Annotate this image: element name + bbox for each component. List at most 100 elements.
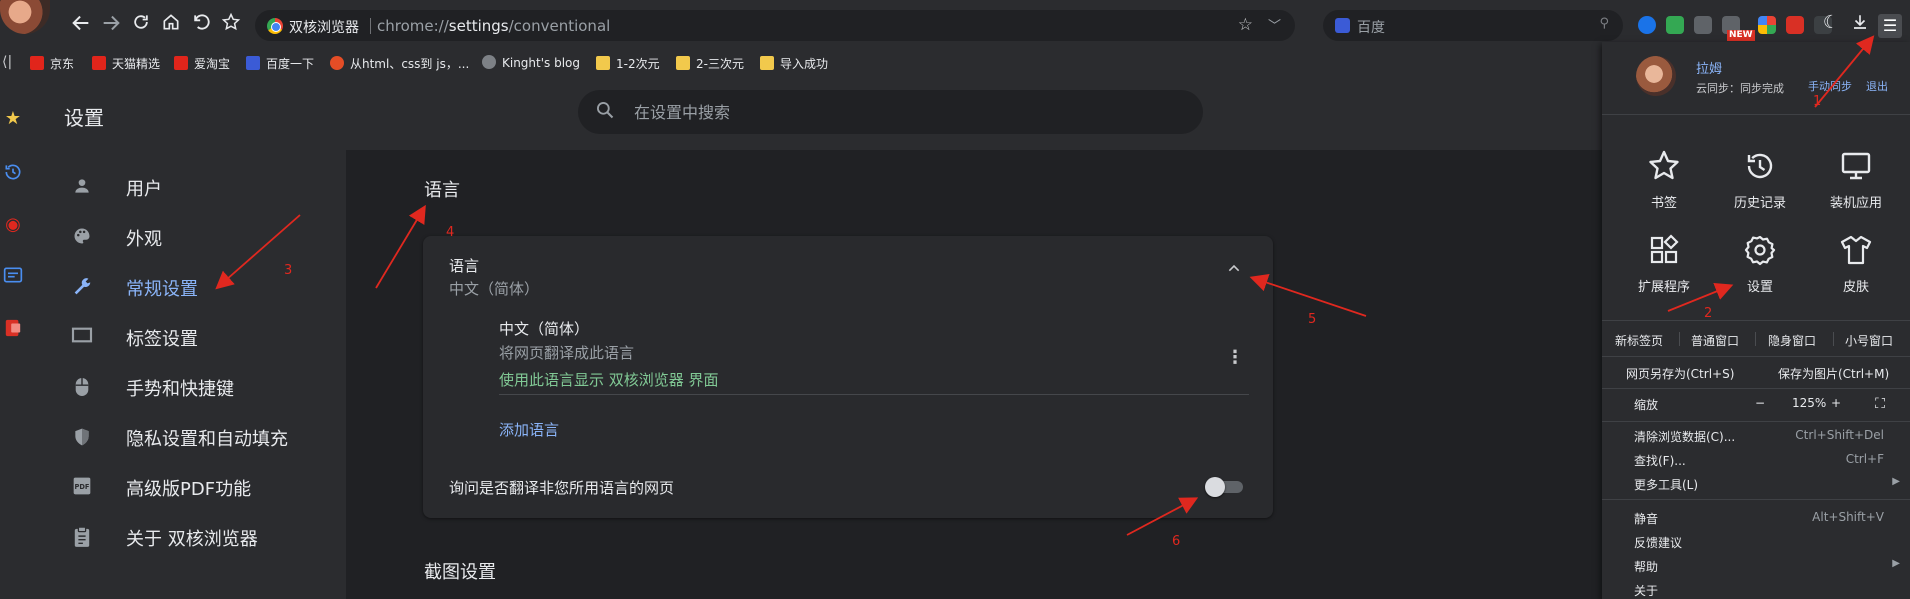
menu-item-find[interactable]: 查找(F)... Ctrl+F [1602,449,1910,471]
address-bar[interactable]: 双核浏览器 chrome://settings/conventional ☆ ﹀ [255,10,1295,41]
zoom-in-button[interactable]: + [1828,396,1844,410]
profile-avatar[interactable] [0,0,50,34]
bookmark-item[interactable]: 百度一下 [246,55,314,72]
menu-tile-extensions[interactable]: 扩展程序 [1616,232,1712,302]
palette-icon [70,226,94,248]
sidebar-item-appearance[interactable]: 外观 [28,214,346,260]
bookmark-item[interactable]: 爱淘宝 [174,55,230,72]
menu-tile-bookmarks[interactable]: 书签 [1616,148,1712,218]
omnibox-site-name: 双核浏览器 [289,20,359,36]
history-rail-icon[interactable] [2,162,24,184]
menu-item-feedback[interactable]: 反馈建议 [1602,531,1910,553]
menu-item-help[interactable]: 帮助 ▶ [1602,555,1910,577]
bookmark-label: 爱淘宝 [194,57,231,71]
back-button[interactable] [68,12,94,38]
alt-account-window-option[interactable]: 小号窗口 [1845,332,1893,349]
menu-divider [1602,356,1910,357]
menu-item-clear-data[interactable]: 清除浏览数据(C)... Ctrl+Shift+Del [1602,425,1910,447]
menu-avatar[interactable] [1636,56,1676,96]
reload-button[interactable] [128,12,154,38]
omnibox-url[interactable]: chrome://settings/conventional [377,17,610,35]
bookmark-item[interactable]: Kinght's blog [482,55,580,70]
sidebar-item-user[interactable]: 用户 [28,164,346,210]
sidebar-item-tabs[interactable]: 标签设置 [28,314,346,360]
arrow-left-icon [72,15,89,31]
sidebar-item-about[interactable]: 关于 双核浏览器 [28,514,346,560]
extension-green-icon[interactable] [1666,16,1684,34]
bookmark-item[interactable]: 天猫精选 [92,55,160,72]
chevron-down-icon[interactable]: ﹀ [1268,15,1281,34]
reader-rail-icon[interactable] [2,266,24,288]
menu-tile-history[interactable]: 历史记录 [1712,148,1808,218]
search-icon[interactable]: ⚲ [1599,16,1609,31]
download-icon[interactable] [1849,13,1871,36]
extension-camera-icon[interactable] [1694,16,1712,34]
bookmark-item[interactable]: 从html、css到 js，... [330,55,469,72]
fullscreen-icon[interactable]: ⛶ [1872,396,1888,412]
favorite-button[interactable] [218,12,244,38]
zoom-out-button[interactable]: − [1752,396,1768,410]
language-card-title: 语言 [449,257,480,275]
bookmark-item[interactable]: 2-三次元 [676,55,744,72]
more-vert-icon[interactable]: ⋮ [1225,346,1245,370]
extension-apps-icon[interactable] [1758,16,1776,34]
chevron-up-icon[interactable] [1223,260,1245,282]
menu-username[interactable]: 拉姆 [1696,58,1722,77]
undo-close-button[interactable] [188,12,214,38]
url-prefix: chrome:// [377,17,449,35]
translate-prompt-toggle[interactable] [1205,477,1245,497]
new-tab-option[interactable]: 新标签页 [1615,332,1663,349]
bookmark-item[interactable]: 1-2次元 [596,55,660,72]
menu-divider [1602,114,1910,115]
sidebar-item-general[interactable]: 常规设置 [28,264,346,310]
bookmark-item[interactable]: 京东 [30,55,74,72]
save-page-option[interactable]: 网页另存为(Ctrl+S) [1626,365,1734,382]
pdf-rail-icon[interactable] [2,318,24,340]
normal-window-option[interactable]: 普通窗口 [1691,332,1739,349]
sidebar-item-gestures[interactable]: 手势和快捷键 [28,364,346,410]
sidebar-item-label: 高级版PDF功能 [126,479,252,500]
svg-text:PDF: PDF [75,483,90,491]
main-menu-button[interactable]: ☰ [1878,14,1902,38]
menu-item-about[interactable]: 关于 [1602,579,1910,599]
menu-item-label: 反馈建议 [1634,536,1683,550]
annotation-number-4: 4 [446,225,455,240]
bookmark-item[interactable]: 导入成功 [760,55,828,72]
folder-icon [760,56,774,70]
add-language-link[interactable]: 添加语言 [499,419,559,440]
language-entry-desc: 将网页翻译成此语言 [499,344,635,362]
logout-link[interactable]: 退出 [1866,78,1888,94]
save-image-option[interactable]: 保存为图片(Ctrl+M) [1778,365,1889,382]
menu-divider [1602,499,1910,500]
sidebar-item-label: 手势和快捷键 [126,379,234,400]
menu-item-mute[interactable]: 静音 Alt+Shift+V [1602,507,1910,529]
settings-search-input[interactable] [634,97,1174,127]
search-engine-box[interactable]: 百度 ⚲ [1323,10,1623,41]
extension-globe-icon[interactable] [1638,16,1656,34]
menu-tile-settings[interactable]: 设置 [1712,232,1808,302]
sidebar-toggle-icon[interactable]: ⟨| [2,54,12,70]
favorites-star-icon[interactable]: ★ [2,108,24,130]
weibo-icon[interactable]: ◉ [2,214,24,236]
forward-button[interactable] [98,12,124,38]
home-button[interactable] [158,12,184,38]
extension-pdf-icon[interactable] [1786,16,1804,34]
menu-item-label: 关于 [1634,584,1659,598]
menu-tile-skin[interactable]: 皮肤 [1808,232,1904,302]
manual-sync-link[interactable]: 手动同步 [1808,78,1852,94]
sidebar-item-pdf[interactable]: PDF 高级版PDF功能 [28,464,346,510]
menu-tile-apps[interactable]: 装机应用 [1808,148,1904,218]
annotation-number-1: 1 [1813,94,1822,109]
menu-divider [1602,388,1910,389]
incognito-window-option[interactable]: 隐身窗口 [1768,332,1816,349]
tile-label: 书签 [1650,196,1677,211]
menu-item-more-tools[interactable]: 更多工具(L) ▶ [1602,473,1910,495]
night-mode-icon[interactable]: ☾ [1820,12,1842,33]
bookmark-star-icon[interactable]: ☆ [1238,15,1253,35]
bookmark-label: 1-2次元 [616,57,660,71]
zoom-value: 125% [1792,396,1827,410]
jd-icon [30,56,44,70]
settings-search[interactable] [578,90,1203,134]
language-card-subtitle: 中文（简体） [449,280,540,298]
sidebar-item-privacy[interactable]: 隐私设置和自动填充 [28,414,346,460]
